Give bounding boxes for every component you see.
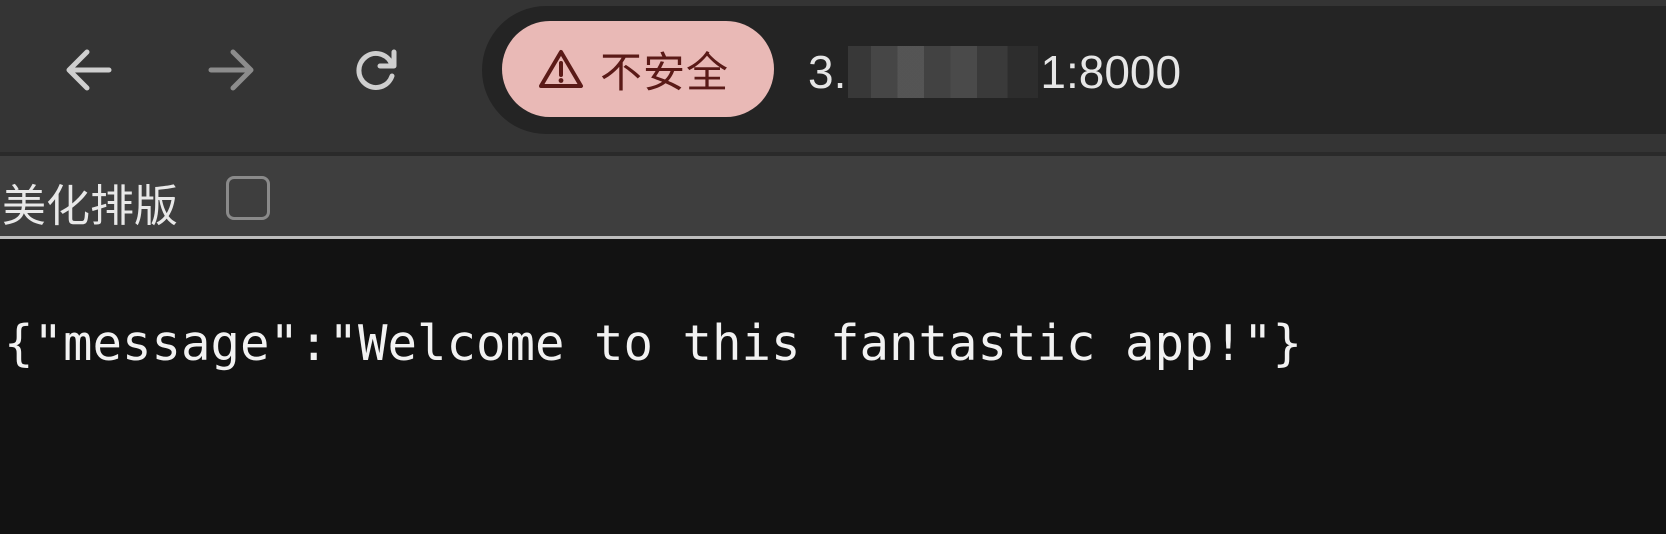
warning-triangle-icon xyxy=(539,50,583,88)
browser-window: 不安全 3. 1:8000 美化排版 {"message":"Welcome t… xyxy=(0,0,1666,534)
address-bar[interactable]: 不安全 3. 1:8000 xyxy=(482,6,1666,134)
forward-button[interactable] xyxy=(196,34,268,106)
security-indicator-chip[interactable]: 不安全 xyxy=(502,21,774,117)
back-button[interactable] xyxy=(52,34,124,106)
url-suffix: 1:8000 xyxy=(1040,46,1182,98)
arrow-right-icon xyxy=(208,49,254,91)
url-text[interactable]: 3. 1:8000 xyxy=(808,42,1181,102)
browser-toolbar: 不安全 3. 1:8000 xyxy=(0,0,1666,152)
url-redacted-region xyxy=(848,46,1039,98)
reload-button[interactable] xyxy=(340,34,412,106)
pretty-print-label: 美化排版 xyxy=(2,181,178,232)
arrow-left-icon xyxy=(66,49,112,91)
pretty-print-divider xyxy=(0,236,1666,239)
pretty-print-bar: 美化排版 xyxy=(0,152,1666,238)
url-prefix: 3. xyxy=(808,46,847,98)
reload-icon xyxy=(356,49,397,90)
pretty-print-checkbox[interactable] xyxy=(226,176,270,220)
security-label: 不安全 xyxy=(600,47,730,97)
json-response-text: {"message":"Welcome to this fantastic ap… xyxy=(4,315,1303,372)
